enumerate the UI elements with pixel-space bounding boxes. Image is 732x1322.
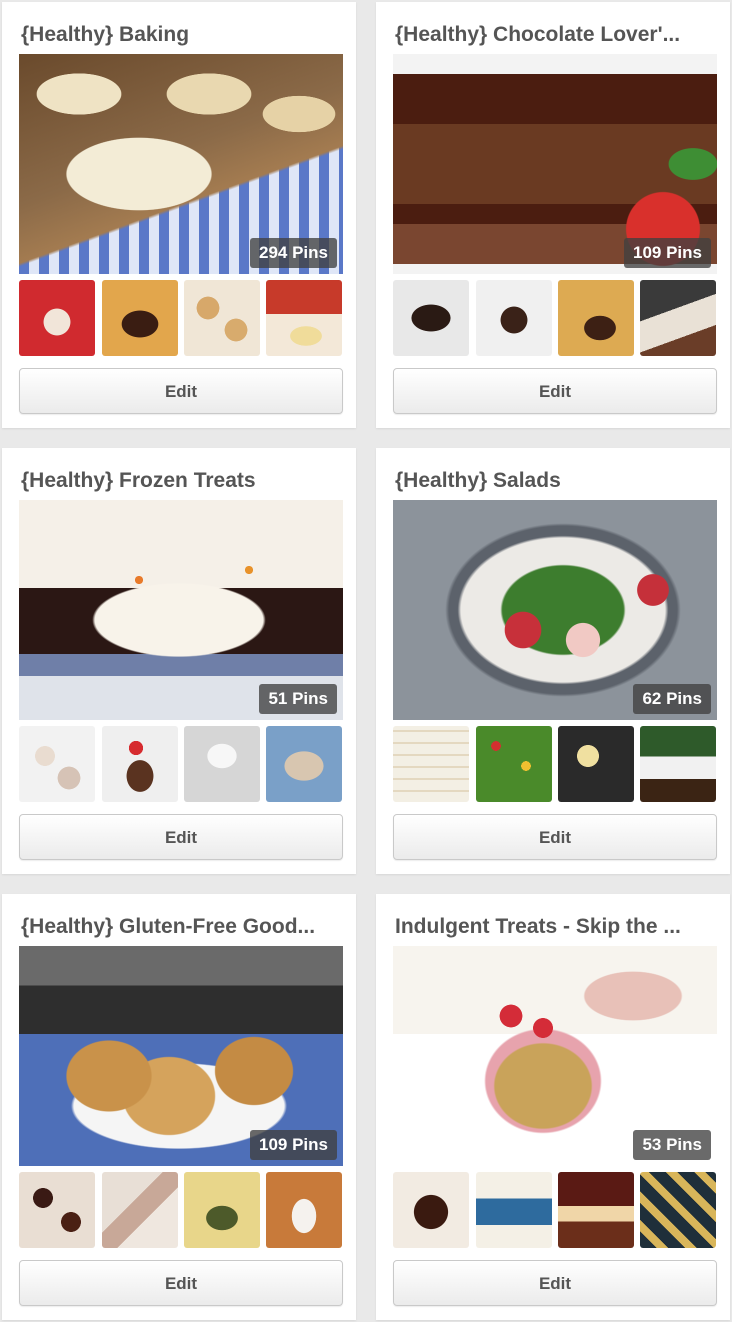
pin-thumbnail[interactable] [184,726,260,802]
pin-thumbnail[interactable] [102,726,178,802]
pin-thumbnail[interactable] [393,1172,469,1248]
board-title[interactable]: {Healthy} Chocolate Lover'... [395,22,715,48]
pin-count-badge: 294 Pins [250,238,337,268]
pin-thumbnail[interactable] [476,1172,552,1248]
pin-thumbnail[interactable] [558,726,634,802]
board-thumbnails [393,280,719,356]
board-cover-image[interactable]: 62 Pins [393,500,717,720]
pin-thumbnail[interactable] [266,280,342,356]
pin-count-badge: 53 Pins [633,1130,711,1160]
pin-thumbnail[interactable] [393,280,469,356]
pin-thumbnail[interactable] [476,280,552,356]
pin-count-badge: 51 Pins [259,684,337,714]
pin-thumbnail[interactable] [476,726,552,802]
pin-thumbnail[interactable] [184,280,260,356]
edit-board-button[interactable]: Edit [393,814,717,860]
pin-thumbnail[interactable] [19,726,95,802]
board-card: Indulgent Treats - Skip the ... 53 Pins … [376,894,730,1320]
pin-count-badge: 109 Pins [250,1130,337,1160]
edit-board-button[interactable]: Edit [393,368,717,414]
pin-thumbnail[interactable] [640,280,716,356]
edit-board-button[interactable]: Edit [19,1260,343,1306]
board-card: {Healthy} Salads 62 Pins Edit [376,448,730,874]
board-cover-image[interactable]: 109 Pins [393,54,717,274]
board-title[interactable]: {Healthy} Gluten-Free Good... [21,914,341,940]
pin-thumbnail[interactable] [184,1172,260,1248]
board-cover-image[interactable]: 109 Pins [19,946,343,1166]
pin-thumbnail[interactable] [393,726,469,802]
board-title[interactable]: Indulgent Treats - Skip the ... [395,914,715,940]
board-title[interactable]: {Healthy} Baking [21,22,341,48]
pin-thumbnail[interactable] [19,280,95,356]
board-title[interactable]: {Healthy} Salads [395,468,715,494]
board-title[interactable]: {Healthy} Frozen Treats [21,468,341,494]
pin-thumbnail[interactable] [640,1172,716,1248]
board-thumbnails [19,280,345,356]
board-card: {Healthy} Frozen Treats 51 Pins Edit [2,448,356,874]
pin-thumbnail[interactable] [19,1172,95,1248]
board-card: {Healthy} Baking 294 Pins Edit [2,2,356,428]
pin-thumbnail[interactable] [102,1172,178,1248]
board-thumbnails [393,1172,719,1248]
board-card: {Healthy} Chocolate Lover'... 109 Pins E… [376,2,730,428]
board-thumbnails [393,726,719,802]
board-cover-image[interactable]: 51 Pins [19,500,343,720]
board-thumbnails [19,1172,345,1248]
pin-thumbnail[interactable] [558,1172,634,1248]
pin-count-badge: 109 Pins [624,238,711,268]
board-grid: {Healthy} Baking 294 Pins Edit {Healthy}… [0,0,732,1322]
pin-thumbnail[interactable] [266,1172,342,1248]
pin-thumbnail[interactable] [558,280,634,356]
edit-board-button[interactable]: Edit [393,1260,717,1306]
board-thumbnails [19,726,345,802]
edit-board-button[interactable]: Edit [19,368,343,414]
board-cover-image[interactable]: 53 Pins [393,946,717,1166]
board-card: {Healthy} Gluten-Free Good... 109 Pins E… [2,894,356,1320]
pin-count-badge: 62 Pins [633,684,711,714]
pin-thumbnail[interactable] [102,280,178,356]
edit-board-button[interactable]: Edit [19,814,343,860]
pin-thumbnail[interactable] [266,726,342,802]
pin-thumbnail[interactable] [640,726,716,802]
board-cover-image[interactable]: 294 Pins [19,54,343,274]
